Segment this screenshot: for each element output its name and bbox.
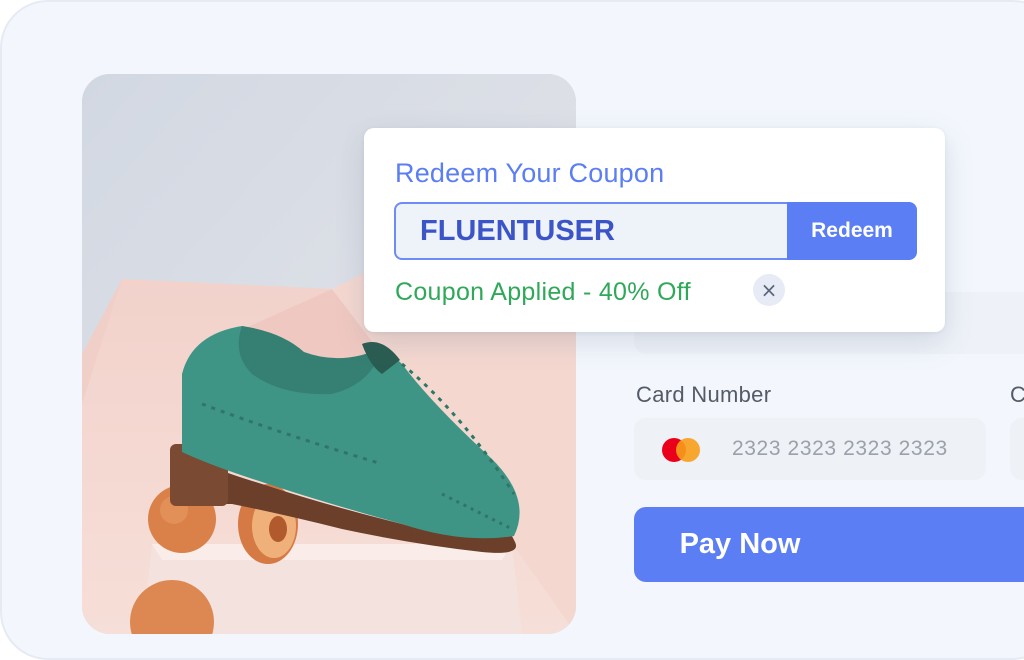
cvc-label: C [1010, 382, 1024, 407]
cvc-field[interactable] [1010, 418, 1024, 480]
pay-now-button[interactable]: Pay Now [634, 507, 1024, 582]
coupon-popup: Redeem Your Coupon Redeem Coupon Applied… [364, 128, 945, 332]
coupon-title: Redeem Your Coupon [395, 158, 665, 188]
card-number-label: Card Number [636, 382, 772, 407]
mastercard-icon [662, 438, 702, 462]
coupon-status: Coupon Applied - 40% Off [395, 278, 691, 306]
card-number-value: 2323 2323 2323 2323 [732, 437, 948, 460]
redeem-button[interactable]: Redeem [787, 202, 917, 260]
coupon-code-input[interactable] [394, 202, 789, 260]
pay-now-label: Pay Now [679, 528, 801, 560]
remove-coupon-close-icon[interactable]: × [753, 274, 785, 306]
card-number-field[interactable]: 2323 2323 2323 2323 [634, 418, 986, 480]
